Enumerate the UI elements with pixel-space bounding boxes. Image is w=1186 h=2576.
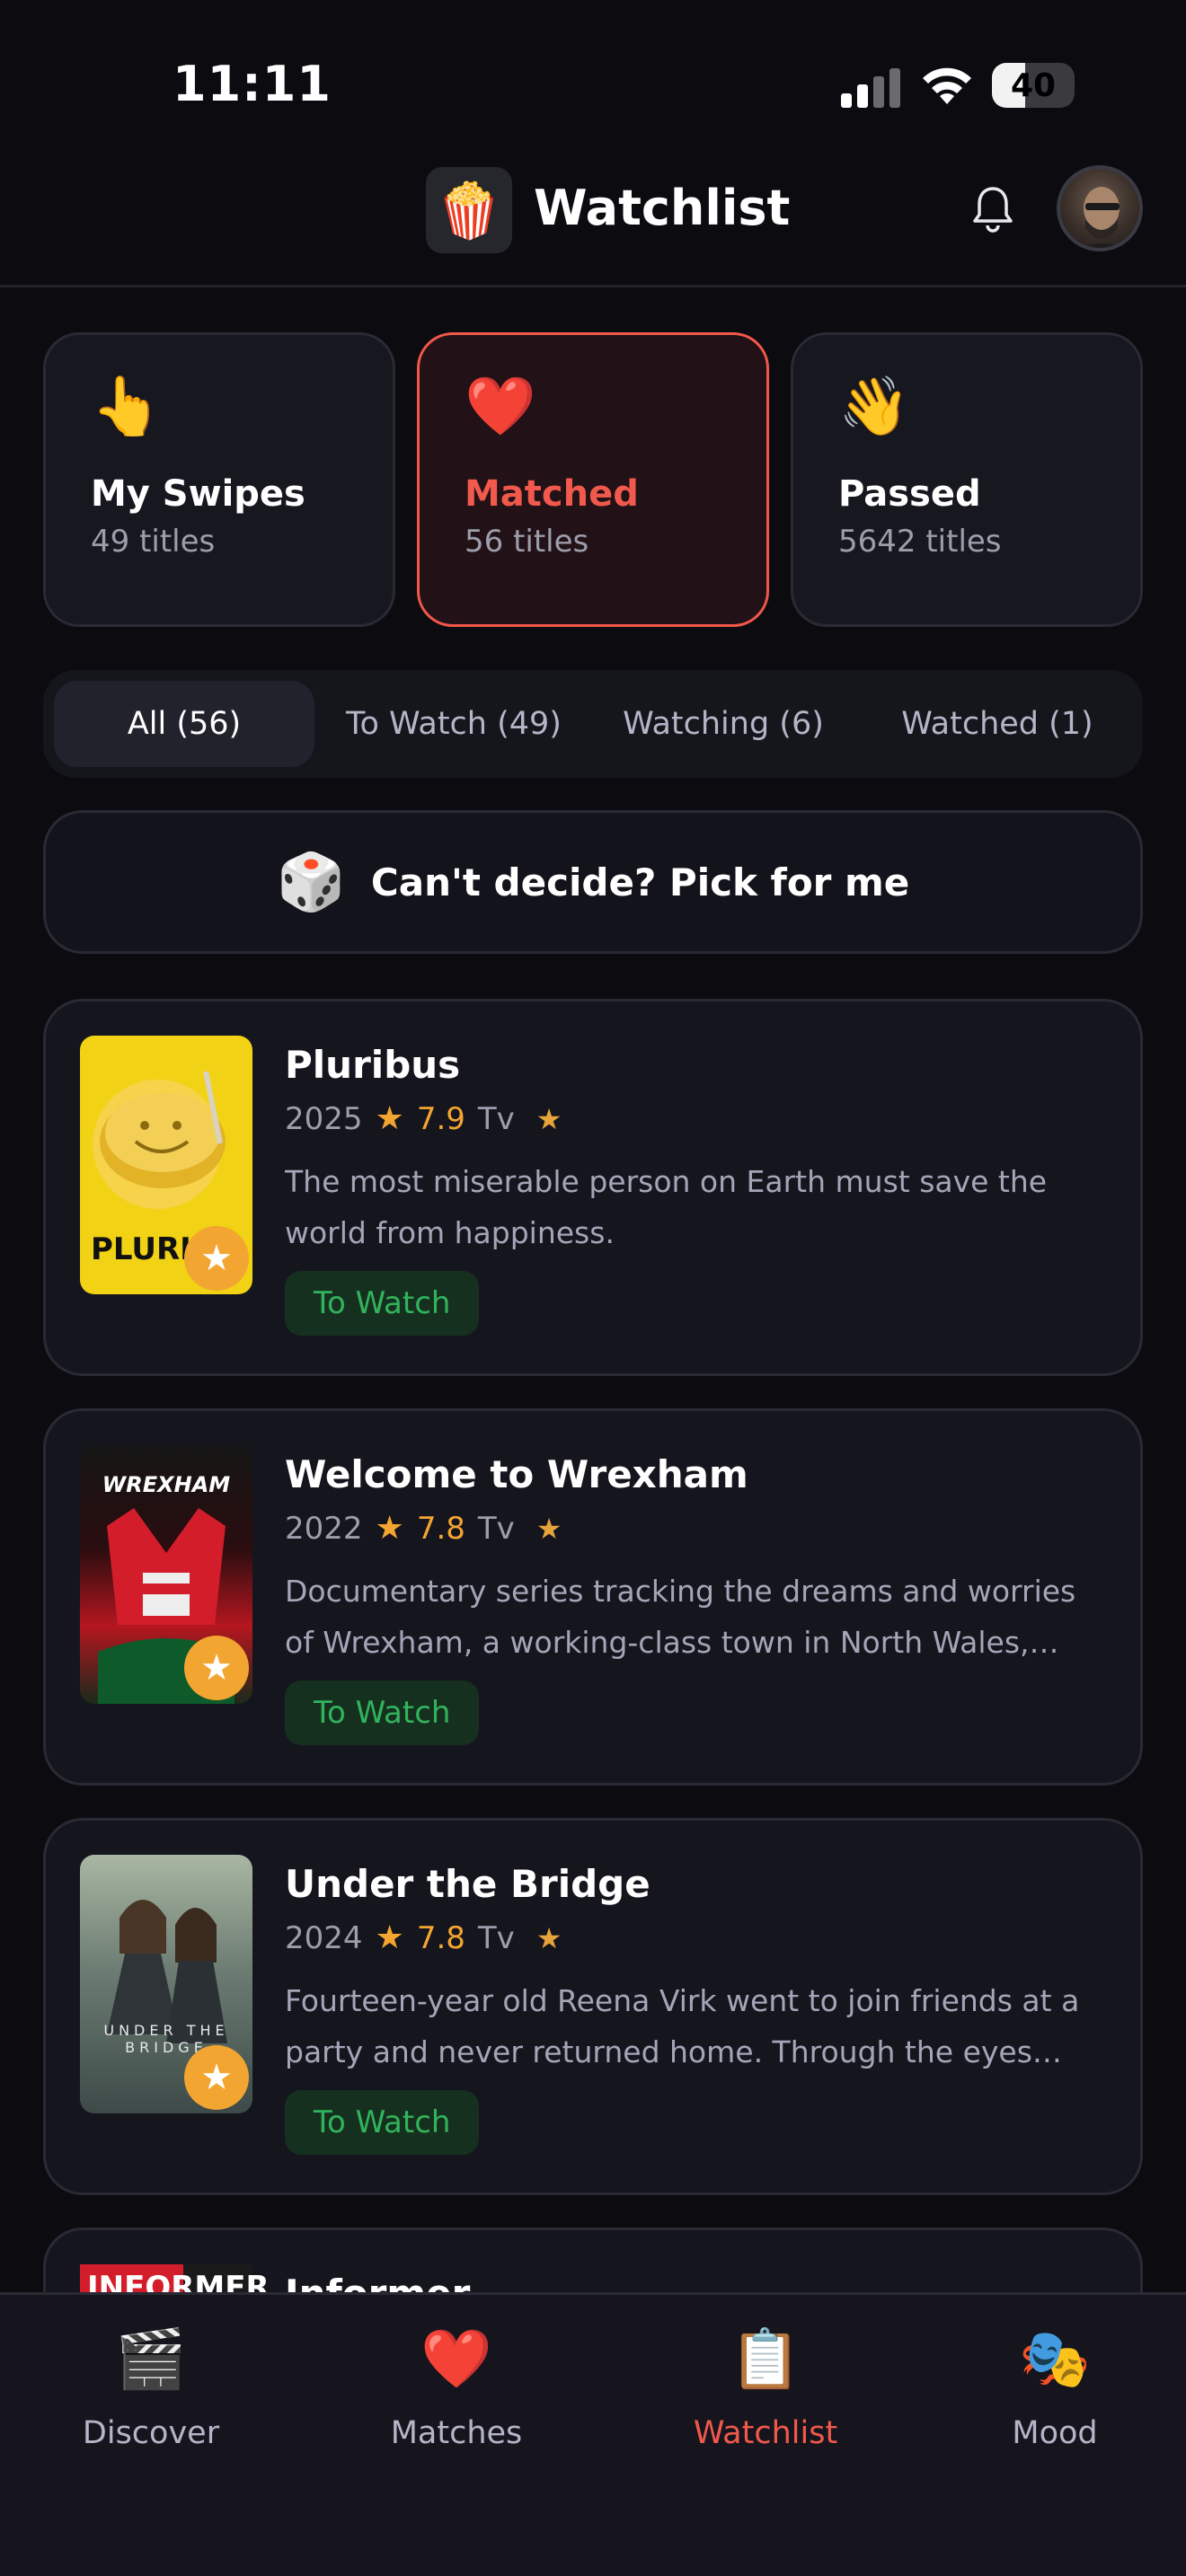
summary-card-matched[interactable]: ❤️ Matched 56 titles xyxy=(417,332,769,627)
star-icon: ★ xyxy=(535,1101,562,1136)
item-meta: 2024 ★ 7.8 Tv ★ xyxy=(285,1919,562,1956)
favorite-star-icon[interactable]: ★ xyxy=(184,1636,249,1700)
rating-star-icon: ★ xyxy=(375,1510,404,1547)
heart-icon: ❤️ xyxy=(420,2326,492,2393)
status-badge[interactable]: To Watch xyxy=(285,1271,480,1336)
tab-to-watch[interactable]: To Watch (49) xyxy=(323,681,584,767)
summary-count: 56 titles xyxy=(465,524,589,560)
clipboard-icon: 📋 xyxy=(730,2326,801,2393)
tab-watching[interactable]: Watching (6) xyxy=(593,681,854,767)
wifi-icon xyxy=(923,67,971,104)
item-description: Documentary series tracking the dreams a… xyxy=(285,1574,1076,1660)
item-type: Tv xyxy=(477,1919,515,1956)
item-rating: 7.8 xyxy=(416,1919,465,1956)
nav-discover[interactable]: 🎬 Discover xyxy=(43,2331,259,2451)
summary-count: 5642 titles xyxy=(838,524,1002,560)
rating-star-icon: ★ xyxy=(375,1919,404,1956)
nav-label: Watchlist xyxy=(693,2415,838,2451)
summary-title: Passed xyxy=(838,473,981,515)
item-title: Welcome to Wrexham xyxy=(285,1452,748,1496)
nav-label: Discover xyxy=(82,2415,220,2451)
star-icon: ★ xyxy=(535,1511,562,1546)
rating-star-icon: ★ xyxy=(375,1100,404,1137)
page-title: Watchlist xyxy=(534,180,791,236)
status-badge[interactable]: To Watch xyxy=(285,2090,480,2155)
heart-icon: ❤️ xyxy=(465,374,536,440)
favorite-star-icon[interactable]: ★ xyxy=(184,2045,249,2110)
summary-card-passed[interactable]: 👋 Passed 5642 titles xyxy=(791,332,1143,627)
status-bar: 11:11 40 xyxy=(0,0,1186,162)
bell-icon[interactable] xyxy=(965,181,1021,237)
item-description: Fourteen-year old Reena Virk went to joi… xyxy=(285,1983,1080,2069)
item-rating: 7.9 xyxy=(416,1100,465,1137)
filter-tabs: All (56) To Watch (49) Watching (6) Watc… xyxy=(43,670,1143,778)
watchlist-item-under-the-bridge[interactable]: UNDER THE BRIDGE ★ Under the Bridge 2024… xyxy=(43,1818,1143,2195)
favorite-star-icon[interactable]: ★ xyxy=(184,1226,249,1291)
item-description: The most miserable person on Earth must … xyxy=(285,1164,1048,1250)
status-badge[interactable]: To Watch xyxy=(285,1681,480,1745)
pick-for-me-button[interactable]: 🎲 Can't decide? Pick for me xyxy=(43,810,1143,954)
theater-masks-icon: 🎭 xyxy=(1019,2326,1091,2393)
nav-watchlist[interactable]: 📋 Watchlist xyxy=(658,2331,873,2451)
nav-matches[interactable]: ❤️ Matches xyxy=(349,2331,564,2451)
pointing-hand-icon: 👆 xyxy=(91,374,163,440)
pick-for-me-label: Can't decide? Pick for me xyxy=(370,860,910,904)
item-type: Tv xyxy=(477,1100,515,1137)
bottom-nav: 🎬 Discover ❤️ Matches 📋 Watchlist 🎭 Mood xyxy=(0,2292,1186,2576)
status-time: 11:11 xyxy=(173,56,332,112)
waving-hand-icon: 👋 xyxy=(838,374,910,440)
summary-title: Matched xyxy=(465,473,639,515)
battery-level: 40 xyxy=(1010,66,1057,104)
item-year: 2022 xyxy=(285,1510,363,1547)
app-header: 🍿 Watchlist xyxy=(0,162,1186,287)
summary-card-my-swipes[interactable]: 👆 My Swipes 49 titles xyxy=(43,332,395,627)
watchlist-item-welcome-to-wrexham[interactable]: WREXHAM ★ Welcome to Wrexham 2022 ★ 7.8 … xyxy=(43,1408,1143,1786)
summary-title: My Swipes xyxy=(91,473,305,515)
item-meta: 2025 ★ 7.9 Tv ★ xyxy=(285,1100,562,1137)
item-type: Tv xyxy=(477,1510,515,1547)
dice-icon: 🎲 xyxy=(276,849,346,914)
battery-icon: 40 xyxy=(992,63,1075,108)
avatar-image xyxy=(1081,187,1124,248)
item-title: Under the Bridge xyxy=(285,1862,651,1906)
poster-title-text: PLURI xyxy=(91,1231,191,1267)
summary-count: 49 titles xyxy=(91,524,216,560)
nav-label: Matches xyxy=(390,2415,523,2451)
popcorn-icon: 🍿 xyxy=(426,167,512,253)
clapperboard-icon: 🎬 xyxy=(115,2326,187,2393)
item-year: 2024 xyxy=(285,1919,363,1956)
item-title: Pluribus xyxy=(285,1043,461,1087)
tab-watched[interactable]: Watched (1) xyxy=(863,681,1132,767)
cellular-signal-icon xyxy=(841,68,900,108)
poster-title-text: WREXHAM xyxy=(102,1472,231,1497)
nav-mood[interactable]: 🎭 Mood xyxy=(947,2331,1163,2451)
tab-all[interactable]: All (56) xyxy=(54,681,314,767)
avatar[interactable] xyxy=(1057,165,1143,251)
item-year: 2025 xyxy=(285,1100,363,1137)
nav-label: Mood xyxy=(1012,2415,1098,2451)
item-rating: 7.8 xyxy=(416,1510,465,1547)
star-icon: ★ xyxy=(535,1920,562,1955)
watchlist-item-pluribus[interactable]: PLURI ★ Pluribus 2025 ★ 7.9 Tv ★ The mos… xyxy=(43,999,1143,1376)
item-meta: 2022 ★ 7.8 Tv ★ xyxy=(285,1510,562,1547)
